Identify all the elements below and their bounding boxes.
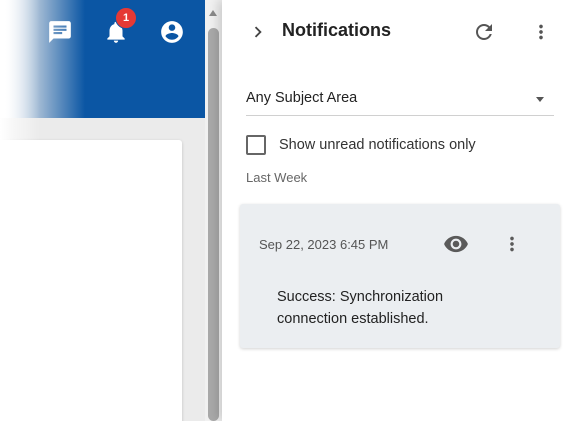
drawer-title: Notifications xyxy=(282,20,392,40)
unread-only-toggle[interactable]: Show unread notifications only xyxy=(246,134,546,156)
drawer-header: Notifications xyxy=(222,0,572,64)
drawer-more-options-button[interactable] xyxy=(529,19,553,45)
unread-only-label: Show unread notifications only xyxy=(279,137,476,153)
section-label-last-week: Last Week xyxy=(246,170,308,185)
collapse-drawer-button[interactable] xyxy=(246,20,270,44)
scroll-up-arrow-icon[interactable] xyxy=(209,10,217,16)
mark-as-read-button[interactable] xyxy=(442,231,470,257)
chevron-right-icon xyxy=(254,26,262,38)
screen: 1 Notifications Any Subject Area Show un… xyxy=(0,0,572,421)
account-icon[interactable] xyxy=(159,19,185,45)
content-card xyxy=(0,140,182,421)
notification-count-badge: 1 xyxy=(115,7,137,29)
more-vert-icon xyxy=(510,236,514,252)
dropdown-arrow-icon xyxy=(536,97,544,102)
vertical-scrollbar[interactable] xyxy=(205,0,222,421)
chat-icon[interactable] xyxy=(47,19,73,45)
app-topbar: 1 xyxy=(0,0,205,118)
notification-more-options-button[interactable] xyxy=(500,231,524,257)
subject-area-select[interactable]: Any Subject Area xyxy=(246,84,554,116)
notifications-drawer: Notifications Any Subject Area Show unre… xyxy=(222,0,572,421)
scrollbar-thumb[interactable] xyxy=(208,28,219,421)
unread-only-checkbox[interactable] xyxy=(246,135,266,155)
subject-area-value: Any Subject Area xyxy=(246,90,358,106)
notification-card[interactable]: Sep 22, 2023 6:45 PM Success: Synchroniz… xyxy=(240,204,560,348)
refresh-icon xyxy=(476,24,492,40)
notification-message: Success: Synchronization connection esta… xyxy=(277,289,444,327)
notification-timestamp: Sep 22, 2023 6:45 PM xyxy=(259,237,389,252)
more-vert-icon xyxy=(539,24,543,40)
eye-icon xyxy=(444,235,468,253)
refresh-button[interactable] xyxy=(471,19,497,45)
